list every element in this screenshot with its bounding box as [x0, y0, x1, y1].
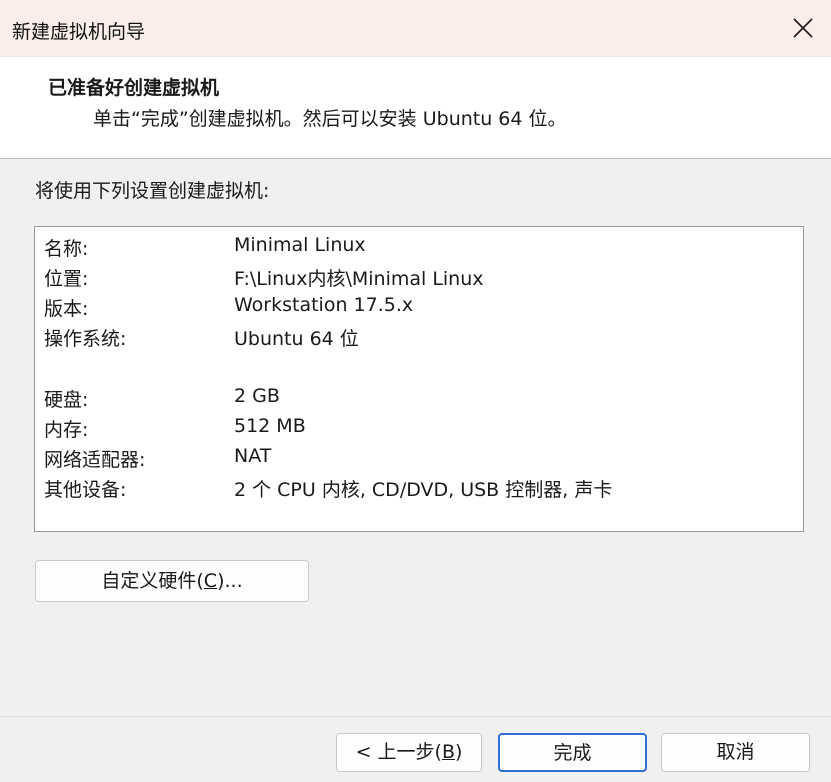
summary-key: 位置: — [44, 268, 89, 290]
summary-row: 位置: F:\Linux内核\Minimal Linux — [35, 260, 803, 290]
summary-row: 内存: 512 MB — [35, 411, 803, 441]
summary-row: 版本: Workstation 17.5.x — [35, 290, 803, 320]
back-label-prefix: < 上一步( — [355, 741, 442, 763]
customize-accelerator: C — [203, 570, 218, 592]
title-bar: 新建虚拟机向导 — [0, 0, 831, 57]
settings-summary-box: 名称: Minimal Linux 位置: F:\Linux内核\Minimal… — [34, 226, 804, 532]
summary-key: 名称: — [44, 238, 89, 260]
back-accelerator: B — [441, 741, 455, 763]
summary-row: 网络适配器: NAT — [35, 441, 803, 471]
cancel-button[interactable]: 取消 — [661, 733, 810, 772]
back-button[interactable]: < 上一步(B) — [336, 733, 482, 772]
customize-label-suffix: )... — [217, 570, 243, 592]
summary-row: 操作系统: Ubuntu 64 位 — [35, 320, 803, 350]
summary-value: 512 MB — [234, 415, 306, 437]
summary-row: 名称: Minimal Linux — [35, 230, 803, 260]
customize-label-prefix: 自定义硬件( — [101, 570, 204, 592]
summary-key: 内存: — [44, 419, 89, 441]
back-label-suffix: ) — [455, 741, 463, 763]
summary-key: 其他设备: — [44, 479, 127, 501]
summary-key: 版本: — [44, 298, 89, 320]
summary-value: 2 个 CPU 内核, CD/DVD, USB 控制器, 声卡 — [234, 479, 613, 501]
summary-value: NAT — [234, 445, 272, 467]
footer-divider — [0, 716, 831, 717]
header-subtitle: 单击“完成”创建虚拟机。然后可以安装 Ubuntu 64 位。 — [93, 108, 567, 130]
wizard-header: 已准备好创建虚拟机 单击“完成”创建虚拟机。然后可以安装 Ubuntu 64 位… — [0, 57, 831, 159]
close-button[interactable] — [775, 0, 831, 56]
summary-key: 网络适配器: — [44, 449, 146, 471]
customize-hardware-button[interactable]: 自定义硬件(C)... — [35, 560, 309, 602]
summary-row: 硬盘: 2 GB — [35, 381, 803, 411]
summary-value: F:\Linux内核\Minimal Linux — [234, 268, 484, 290]
summary-value: Ubuntu 64 位 — [234, 328, 359, 350]
summary-value: Workstation 17.5.x — [234, 294, 414, 316]
summary-key: 操作系统: — [44, 328, 127, 350]
window-title: 新建虚拟机向导 — [12, 21, 146, 43]
finish-button[interactable]: 完成 — [498, 733, 647, 772]
summary-value: 2 GB — [234, 385, 280, 407]
summary-value: Minimal Linux — [234, 234, 366, 256]
close-icon — [793, 18, 813, 38]
settings-intro-label: 将使用下列设置创建虚拟机: — [35, 180, 270, 202]
summary-row: 其他设备: 2 个 CPU 内核, CD/DVD, USB 控制器, 声卡 — [35, 471, 803, 501]
header-title: 已准备好创建虚拟机 — [48, 77, 220, 99]
summary-key: 硬盘: — [44, 389, 89, 411]
